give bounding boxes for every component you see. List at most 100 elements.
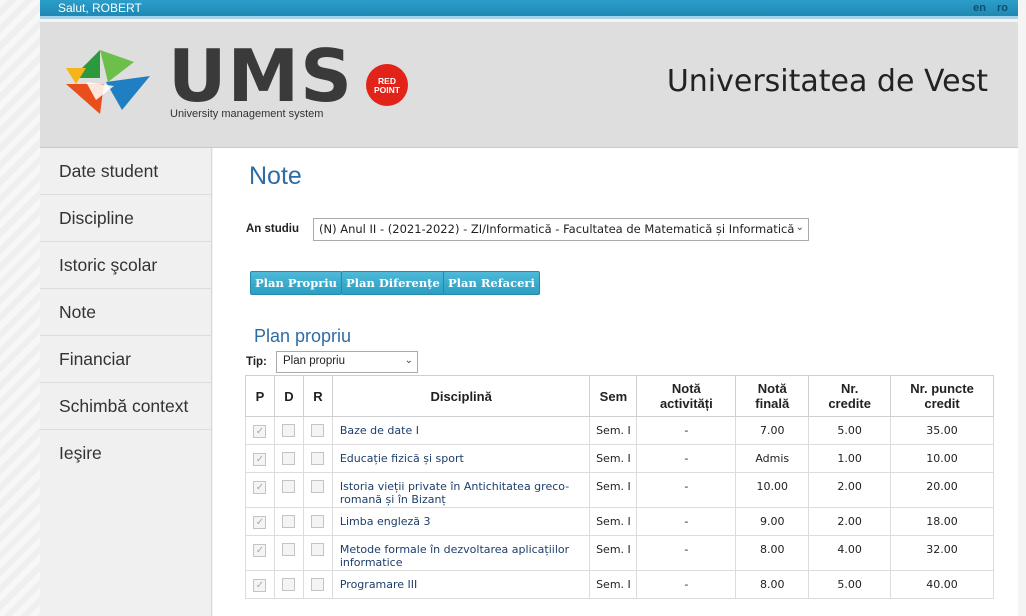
header-text: activități	[659, 396, 713, 411]
header-text: finală	[755, 396, 790, 411]
cell-credite: 2.00	[808, 472, 892, 508]
cell-disciplina: Educație fizică și sport	[331, 444, 591, 473]
cell-nota-finala: Admis	[735, 444, 810, 473]
checkbox-d[interactable]	[282, 515, 296, 528]
tip-select-value: Plan propriu	[283, 355, 346, 367]
checkbox-r[interactable]	[311, 543, 325, 556]
sidebar-item-discipline[interactable]: Discipline	[40, 195, 211, 242]
year-select[interactable]: (N) Anul II - (2021-2022) - ZI/Informati…	[313, 218, 809, 241]
sidebar-item-date-student[interactable]: Date student	[40, 148, 211, 195]
checkbox-d[interactable]	[282, 543, 296, 556]
cell-credite: 4.00	[808, 535, 892, 571]
cell-nota-finala: 7.00	[735, 416, 810, 445]
cell-credite: 1.00	[808, 444, 892, 473]
cell-disciplina: Baze de date I	[331, 416, 591, 445]
plan-diferente-button[interactable]: Plan Diferențe	[341, 271, 445, 295]
plan-propriu-button[interactable]: Plan Propriu	[250, 271, 343, 295]
checkbox-p[interactable]: ✓	[253, 481, 267, 494]
tip-select[interactable]: Plan propriu ⌄	[276, 351, 418, 373]
header-p: P	[245, 375, 275, 417]
checkbox-d[interactable]	[282, 578, 296, 591]
checkbox-d[interactable]	[282, 480, 296, 493]
checkbox-r[interactable]	[311, 578, 325, 591]
header-r: R	[302, 375, 333, 417]
cell-nota-activitati: -	[636, 444, 737, 473]
checkbox-r[interactable]	[311, 480, 325, 493]
sidebar-item-istoric-scolar[interactable]: Istoric şcolar	[40, 242, 211, 289]
cell-sem: Sem. I	[589, 570, 638, 599]
table-row: ✓ Metode formale în dezvoltarea aplicați…	[245, 535, 994, 571]
checkbox-r[interactable]	[311, 452, 325, 465]
greeting-text: Salut, ROBERT	[58, 1, 142, 15]
checkbox-p[interactable]: ✓	[253, 453, 267, 466]
header-text: Notă	[757, 381, 787, 396]
header-text: Notă	[671, 381, 701, 396]
checkbox-p[interactable]: ✓	[253, 516, 267, 529]
ums-logo-icon	[62, 44, 152, 116]
cell-nota-finala: 10.00	[735, 472, 810, 508]
checkbox-p[interactable]: ✓	[253, 544, 267, 557]
checkbox-p[interactable]: ✓	[253, 579, 267, 592]
cell-sem: Sem. I	[589, 416, 638, 445]
language-switcher: en ro	[965, 0, 1008, 16]
checkbox-d[interactable]	[282, 452, 296, 465]
year-select-value: (N) Anul II - (2021-2022) - ZI/Informati…	[319, 222, 795, 236]
university-title: Universitatea de Vest	[666, 64, 988, 99]
header-d: D	[273, 375, 304, 417]
section-title: Plan propriu	[254, 326, 352, 346]
cell-credite: 5.00	[808, 416, 892, 445]
ums-logo-text: UMS	[168, 34, 353, 118]
header-text: Nr.	[840, 381, 859, 396]
header-sem: Sem	[589, 375, 638, 417]
cell-sem: Sem. I	[589, 535, 638, 571]
cell-credite: 5.00	[808, 570, 892, 599]
checkbox-r[interactable]	[311, 515, 325, 528]
top-bar: Salut, ROBERT en ro	[40, 0, 1018, 19]
cell-nota-activitati: -	[636, 535, 737, 571]
page-title: Note	[249, 162, 302, 190]
badge-line-2: POINT	[374, 85, 400, 95]
page-background	[0, 0, 40, 616]
cell-sem: Sem. I	[589, 444, 638, 473]
cell-nota-finala: 9.00	[735, 507, 810, 536]
cell-nota-activitati: -	[636, 472, 737, 508]
header-puncte: Nr. puncte credit	[890, 375, 994, 417]
cell-nota-activitati: -	[636, 507, 737, 536]
lang-ro-link[interactable]: ro	[997, 2, 1008, 14]
cell-disciplina: Istoria vieții private în Antichitatea g…	[331, 472, 591, 508]
cell-puncte: 40.00	[890, 570, 994, 599]
sidebar: Date student Discipline Istoric şcolar N…	[40, 148, 212, 616]
sidebar-item-schimba-context[interactable]: Schimbă context	[40, 383, 211, 430]
table-row: ✓ Istoria vieții private în Antichitatea…	[245, 472, 994, 508]
checkbox-p[interactable]: ✓	[253, 425, 267, 438]
header-text: credite	[828, 396, 871, 411]
lang-en-link[interactable]: en	[973, 2, 986, 14]
header-credite: Nr. credite	[808, 375, 892, 417]
header-nota-activitati: Notă activități	[636, 375, 737, 417]
plan-refaceri-button[interactable]: Plan Refaceri	[443, 271, 540, 295]
tip-label: Tip:	[246, 356, 267, 368]
cell-disciplina: Programare III	[331, 570, 591, 599]
cell-credite: 2.00	[808, 507, 892, 536]
year-label: An studiu	[246, 223, 300, 235]
header-text: credit	[924, 396, 960, 411]
chevron-down-icon: ⌄	[404, 355, 413, 366]
checkbox-d[interactable]	[282, 424, 296, 437]
cell-puncte: 35.00	[890, 416, 994, 445]
cell-puncte: 10.00	[890, 444, 994, 473]
header-disciplina: Disciplină	[331, 375, 591, 417]
redpoint-badge: RED POINT	[366, 64, 408, 106]
header: UMS University management system RED POI…	[40, 22, 1018, 148]
sidebar-item-note[interactable]: Note	[40, 289, 211, 336]
table-header-row: P D R Disciplină Sem Notă activități Notă…	[245, 375, 994, 417]
cell-puncte: 18.00	[890, 507, 994, 536]
cell-sem: Sem. I	[589, 472, 638, 508]
cell-nota-finala: 8.00	[735, 570, 810, 599]
cell-puncte: 32.00	[890, 535, 994, 571]
header-nota-finala: Notă finală	[735, 375, 810, 417]
table-row: ✓ Programare III Sem. I - 8.00 5.00 40.0…	[245, 570, 994, 599]
sidebar-item-iesire[interactable]: Ieşire	[40, 430, 211, 477]
grades-table: P D R Disciplină Sem Notă activități Notă…	[245, 375, 994, 599]
checkbox-r[interactable]	[311, 424, 325, 437]
sidebar-item-financiar[interactable]: Financiar	[40, 336, 211, 383]
